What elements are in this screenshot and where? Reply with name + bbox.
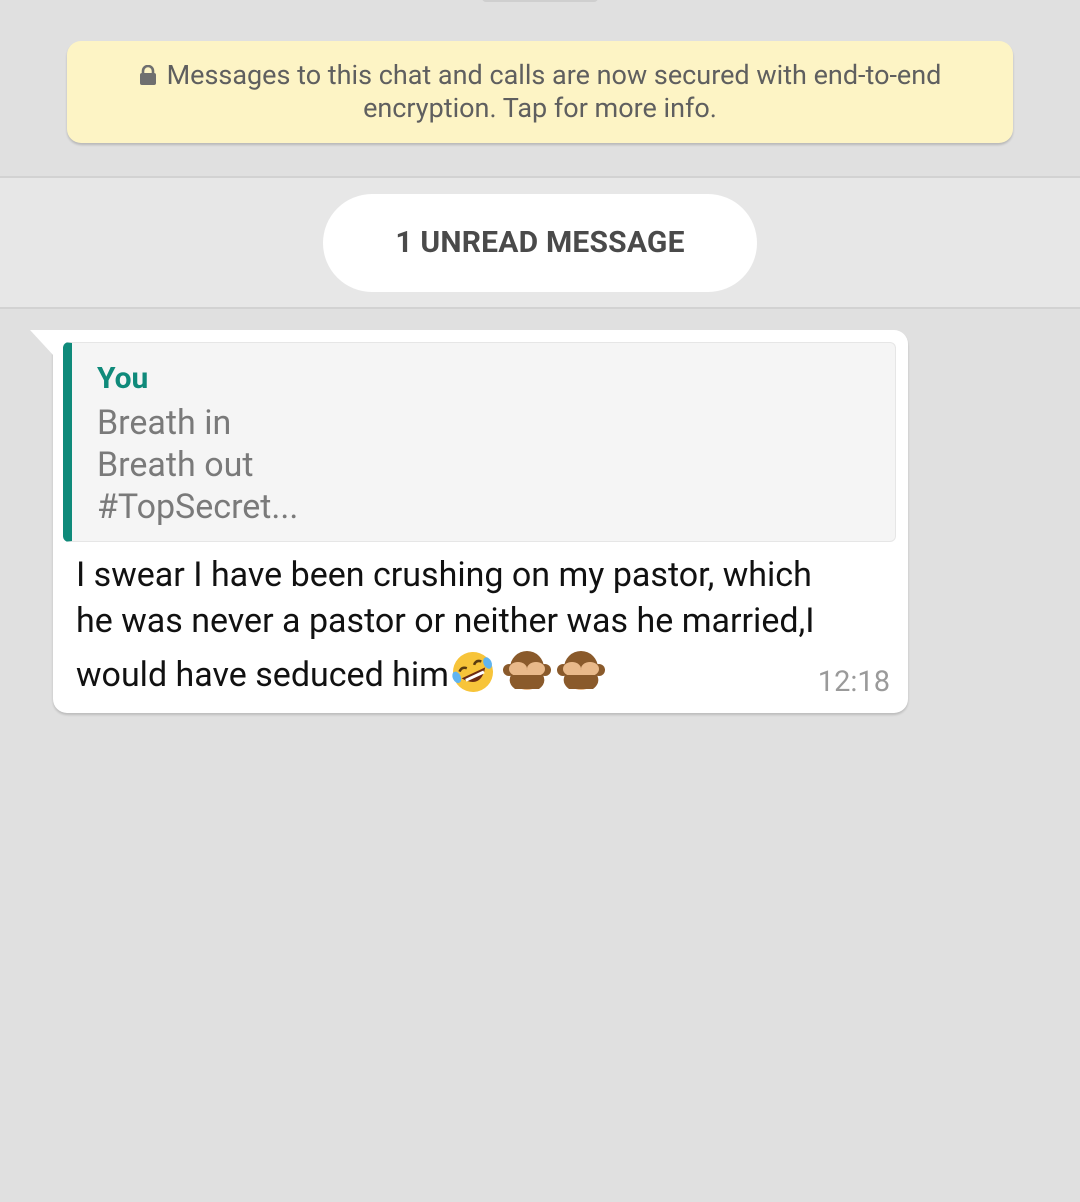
quoted-reply[interactable]: You Breath in Breath out #TopSecret... bbox=[63, 342, 896, 542]
see-no-evil-monkey-emoji bbox=[557, 651, 605, 690]
message-line-3-text: would have seduced him bbox=[76, 655, 449, 695]
quoted-author: You bbox=[97, 361, 149, 396]
quoted-line-1: Breath in bbox=[97, 403, 232, 443]
message-timestamp: 12:18 bbox=[817, 665, 890, 699]
incoming-message-bubble[interactable]: You Breath in Breath out #TopSecret... I… bbox=[30, 330, 908, 713]
quoted-line-2: Breath out bbox=[97, 445, 254, 485]
message-line-1: I swear I have been crushing on my pasto… bbox=[76, 555, 812, 595]
encryption-notice-text-1: Messages to this chat and calls are now … bbox=[166, 59, 942, 91]
see-no-evil-monkey-emoji bbox=[503, 651, 551, 690]
unread-message-badge: 1 UNREAD MESSAGE bbox=[323, 194, 757, 292]
encryption-notice[interactable]: Messages to this chat and calls are now … bbox=[67, 41, 1013, 143]
message-text: I swear I have been crushing on my pasto… bbox=[76, 552, 866, 698]
bubble-tail bbox=[30, 330, 54, 356]
message-line-2: he was never a pastor or neither was he … bbox=[76, 601, 815, 641]
message-line-3: would have seduced him bbox=[76, 648, 866, 698]
quoted-line-3: #TopSecret... bbox=[97, 487, 299, 527]
rolling-on-floor-laughing-emoji bbox=[452, 652, 493, 692]
unread-divider: 1 UNREAD MESSAGE bbox=[0, 176, 1080, 309]
encryption-notice-line-1: Messages to this chat and calls are now … bbox=[107, 59, 973, 92]
lock-icon bbox=[139, 65, 156, 85]
encryption-notice-line-2: encryption. Tap for more info. bbox=[363, 92, 717, 124]
top-edge-indicator bbox=[482, 0, 598, 2]
